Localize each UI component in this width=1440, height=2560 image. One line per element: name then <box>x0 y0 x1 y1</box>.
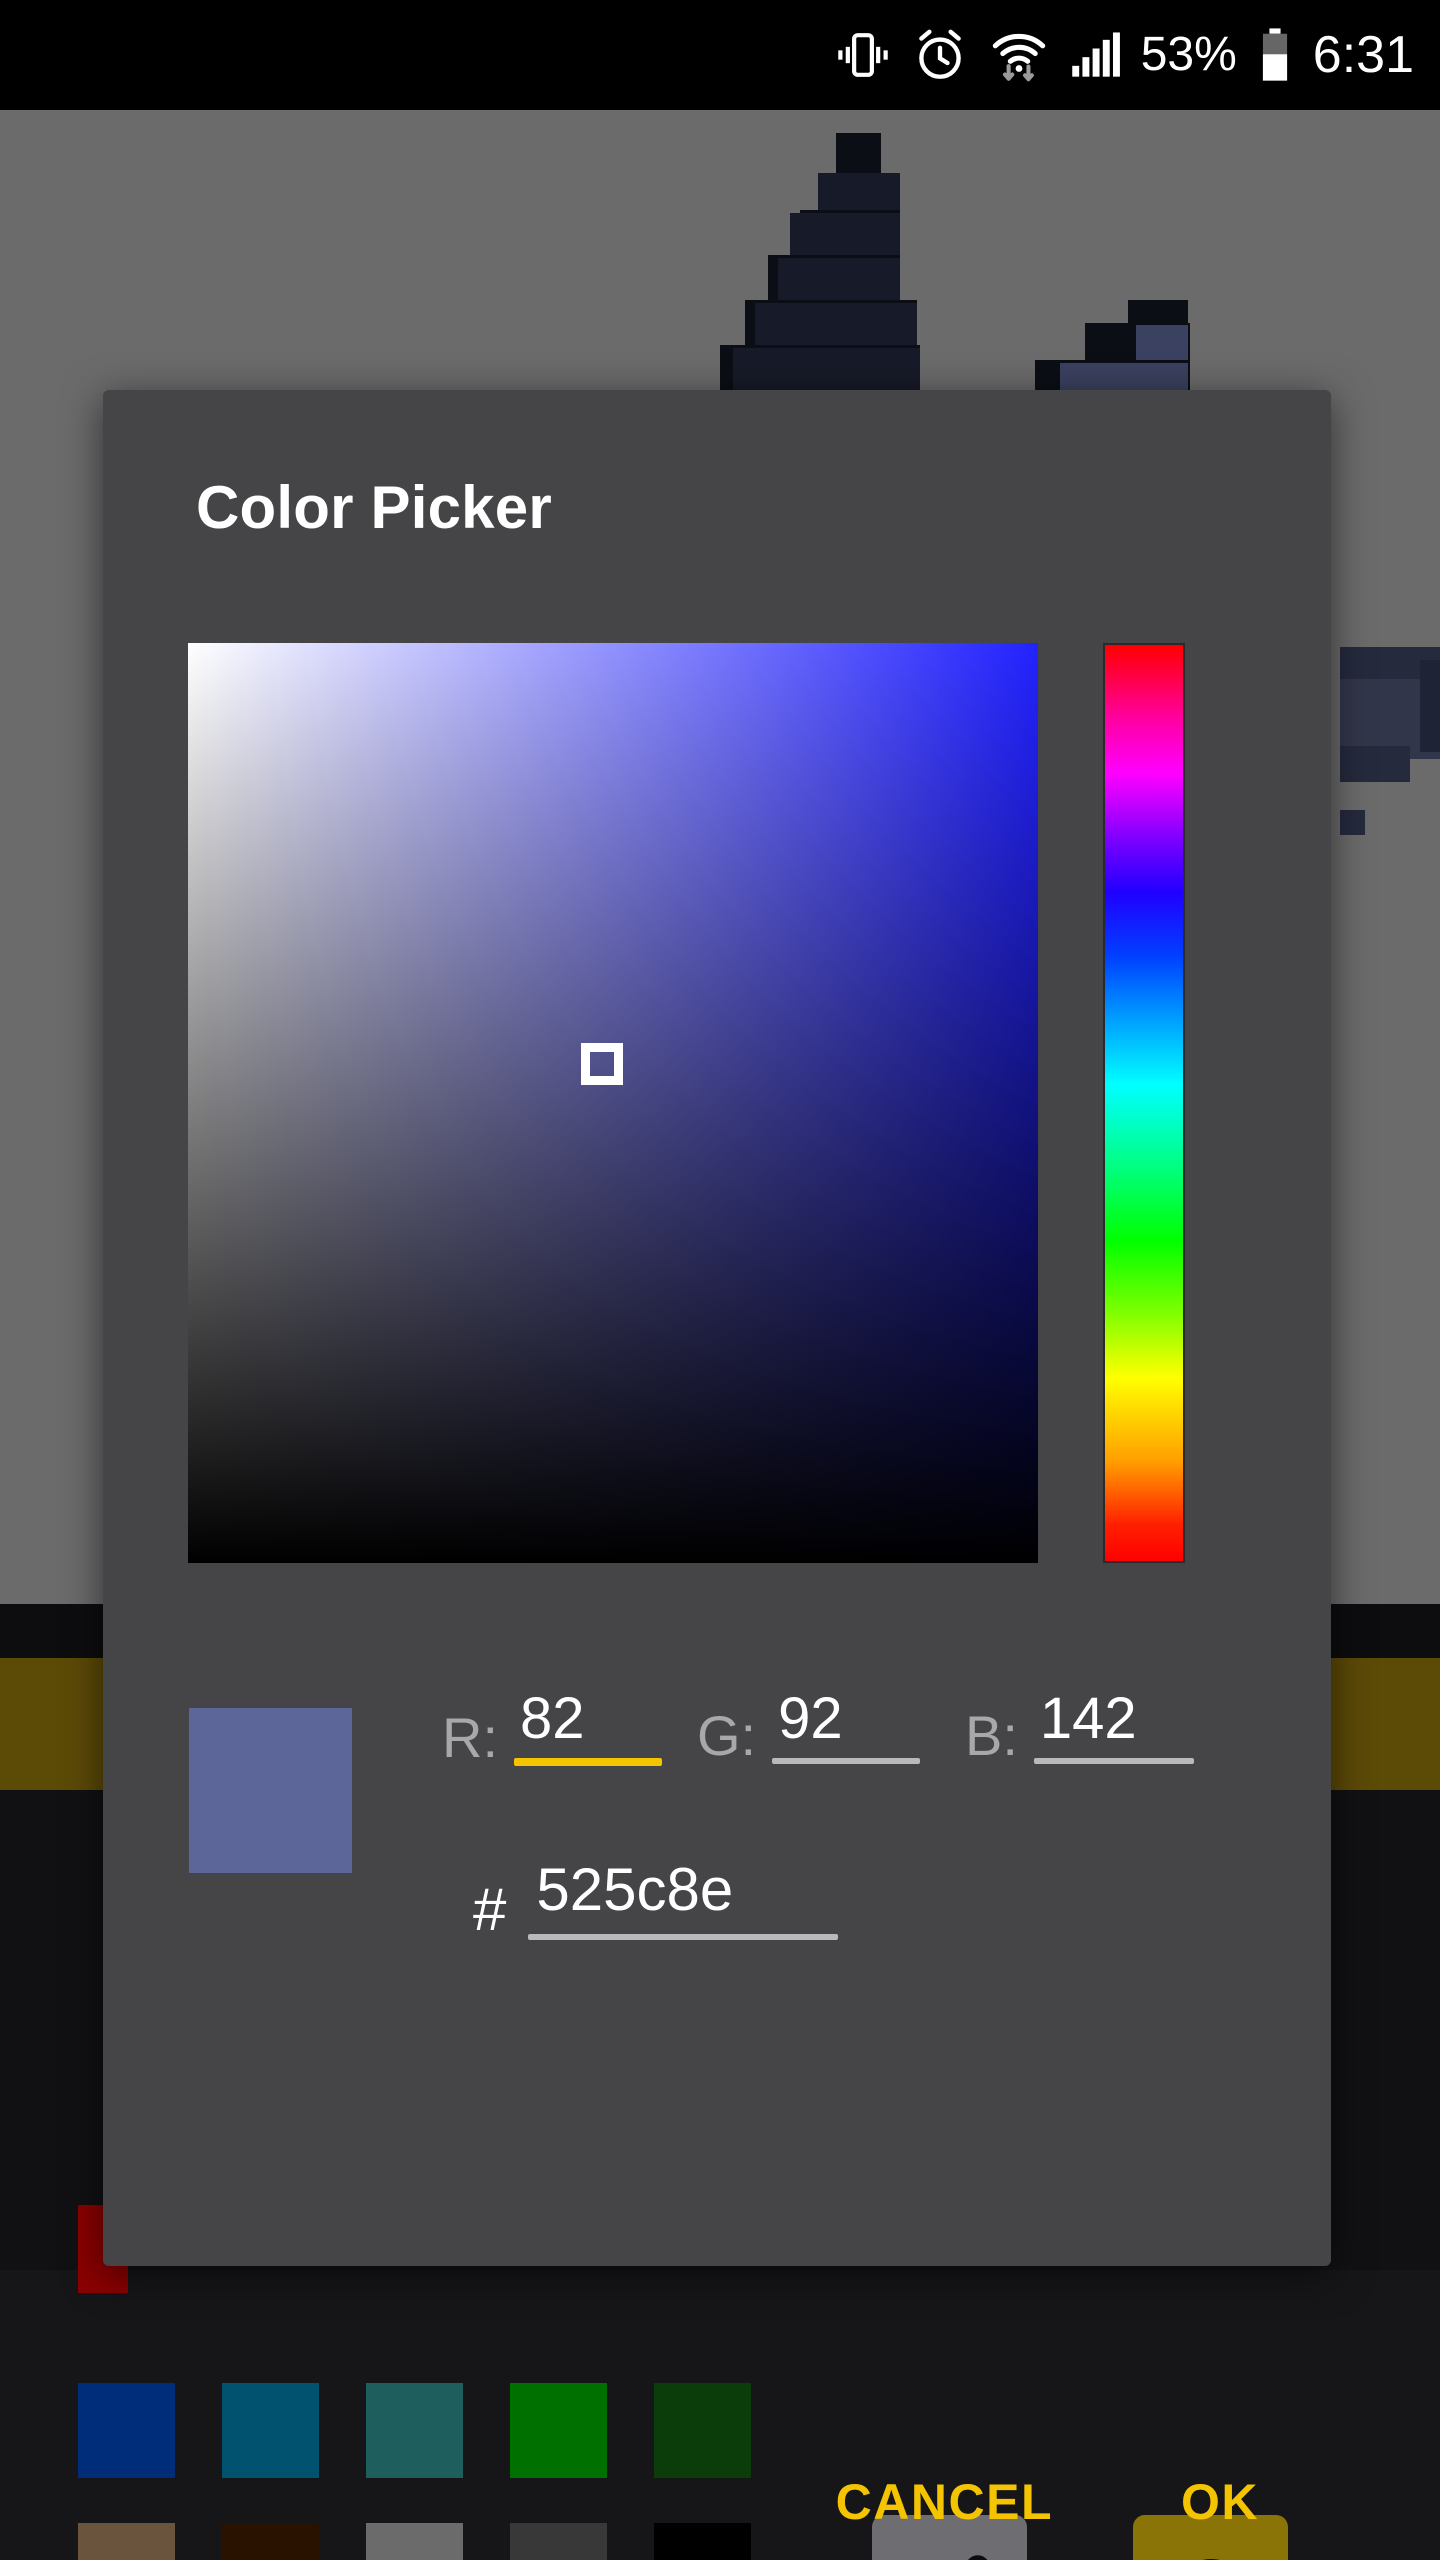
color-picker-dialog: Color Picker R: 82 G: 92 B: 142 # 525c8e… <box>103 390 1331 2530</box>
sprite-pixel <box>790 213 900 255</box>
palette-swatch[interactable] <box>654 2383 751 2478</box>
green-channel-input[interactable]: 92 <box>772 1686 921 1764</box>
hue-slider[interactable] <box>1103 643 1185 1563</box>
blue-channel-label: B: <box>965 1704 1018 1767</box>
saturation-value-square[interactable] <box>188 643 1038 1563</box>
red-channel-input[interactable]: 82 <box>514 1690 662 1766</box>
green-channel-group: G: 92 <box>697 1686 921 1767</box>
red-channel-label: R: <box>442 1706 498 1769</box>
green-channel-label: G: <box>697 1704 757 1767</box>
clock-label: 6:31 <box>1312 26 1414 84</box>
vibrate-icon <box>835 27 891 83</box>
battery-icon <box>1257 26 1293 84</box>
palette-swatch[interactable] <box>510 2523 607 2560</box>
hex-prefix-label: # <box>473 1876 507 1943</box>
alarm-clock-icon <box>911 26 969 84</box>
sprite-pixel <box>755 303 917 345</box>
palette-swatch[interactable] <box>366 2383 463 2478</box>
red-channel-value: 82 <box>520 1686 585 1751</box>
palette-swatch[interactable] <box>222 2383 319 2478</box>
blue-channel-value: 142 <box>1039 1686 1137 1751</box>
eyedropper-icon <box>967 2555 987 2560</box>
hex-input-row: # 525c8e <box>473 1856 839 1943</box>
blue-channel-input[interactable]: 142 <box>1033 1686 1194 1764</box>
red-channel-group: R: 82 <box>442 1690 662 1766</box>
palette-swatch[interactable] <box>222 2523 319 2560</box>
hex-input[interactable]: 525c8e <box>528 1856 839 1940</box>
hex-value: 525c8e <box>536 1856 734 1923</box>
sprite-pixel <box>1340 810 1365 835</box>
status-bar: 53% 6:31 <box>0 0 1440 110</box>
sv-cursor-handle[interactable] <box>581 1043 623 1085</box>
palette-row-1 <box>78 2383 751 2478</box>
dialog-title: Color Picker <box>196 474 552 541</box>
palette-swatch[interactable] <box>654 2523 751 2560</box>
sprite-pixel <box>1340 746 1410 782</box>
signal-bars-icon <box>1069 27 1121 83</box>
red-channel-underline <box>514 1758 662 1766</box>
palette-row-2 <box>78 2523 751 2560</box>
blue-channel-underline <box>1033 1758 1194 1764</box>
palette-icon <box>1202 2559 1220 2560</box>
sprite-pixel <box>818 173 900 213</box>
palette-swatch[interactable] <box>78 2523 175 2560</box>
palette-swatch[interactable] <box>510 2383 607 2478</box>
wifi-icon <box>989 26 1049 84</box>
hex-underline <box>528 1934 839 1940</box>
sprite-pixel <box>1420 660 1440 752</box>
palette-swatch[interactable] <box>366 2523 463 2560</box>
battery-percent-label: 53% <box>1140 28 1237 81</box>
phone-screen: 53% 6:31 Color Picker R: 82 G: 92 B: 142… <box>0 0 1440 2560</box>
dialog-button-row: CANCEL OK <box>836 2473 1259 2531</box>
green-channel-underline <box>772 1758 921 1764</box>
palette-swatch[interactable] <box>78 2383 175 2478</box>
cancel-button[interactable]: CANCEL <box>836 2473 1053 2531</box>
sprite-pixel <box>778 258 900 300</box>
color-preview-swatch <box>189 1708 352 1873</box>
ok-button[interactable]: OK <box>1181 2473 1259 2531</box>
sprite-pixel <box>733 348 920 390</box>
blue-channel-group: B: 142 <box>965 1690 1194 1764</box>
green-channel-value: 92 <box>778 1686 843 1751</box>
